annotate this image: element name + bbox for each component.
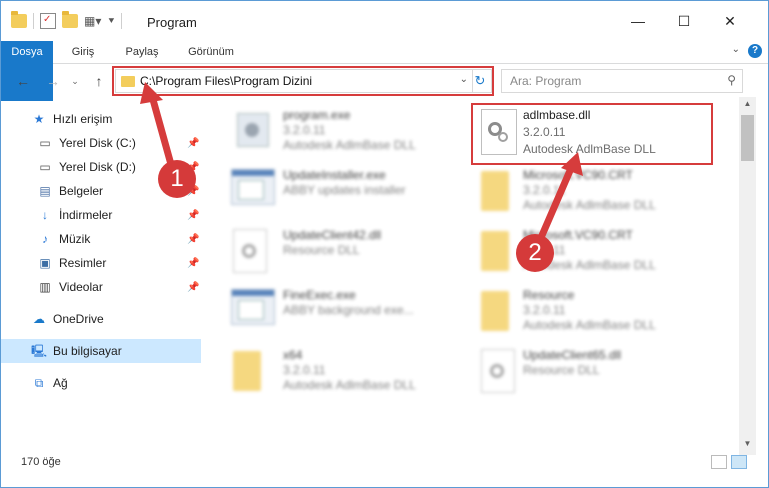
- callout-1: 1: [158, 160, 196, 198]
- annotation-arrows: [140, 82, 583, 244]
- callout-2: 2: [516, 234, 554, 272]
- arrow-1: [140, 82, 176, 172]
- arrow-2: [536, 152, 583, 244]
